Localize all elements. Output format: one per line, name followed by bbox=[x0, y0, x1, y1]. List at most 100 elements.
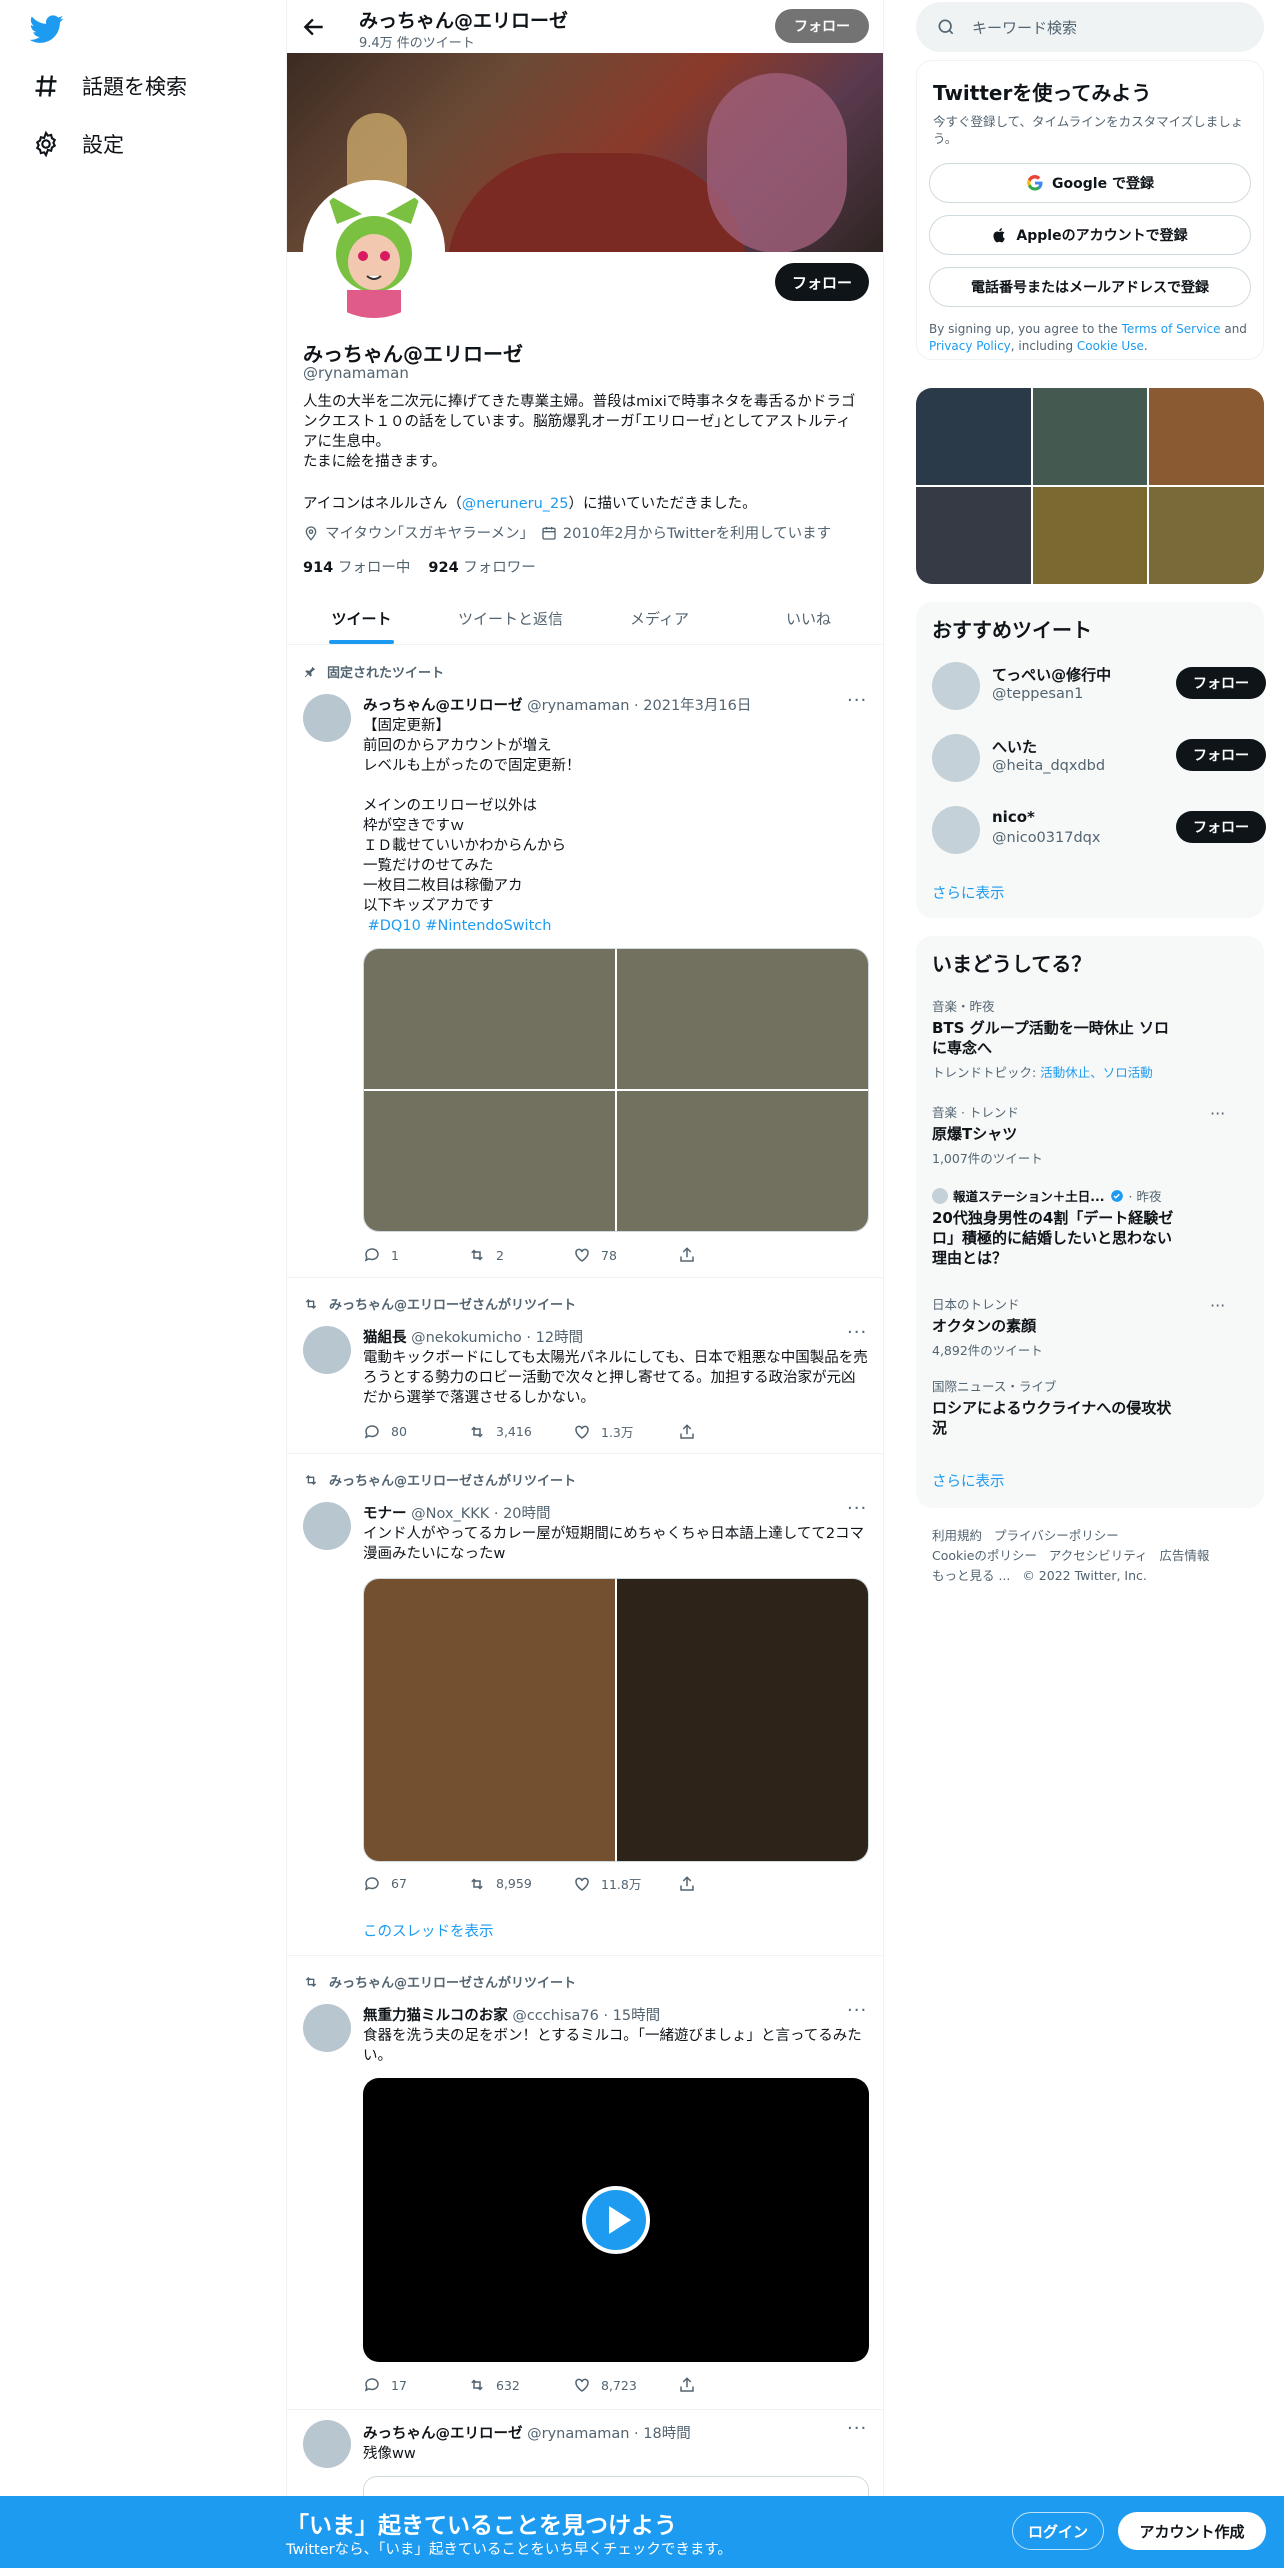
media-image[interactable] bbox=[617, 1579, 868, 1861]
media-image[interactable] bbox=[364, 949, 615, 1089]
retweet-button[interactable]: 8,959 bbox=[468, 1874, 573, 1893]
media-image[interactable] bbox=[617, 949, 868, 1089]
trend-item[interactable]: 国際ニュース・ライブ ロシアによるウクライナへの侵攻状況 bbox=[932, 1376, 1182, 1438]
tweet-pinned[interactable]: 固定されたツイート みっちゃん@エリローゼ @rynamaman · 2021年… bbox=[287, 646, 883, 1278]
tab-tweets-replies[interactable]: ツイートと返信 bbox=[436, 592, 585, 644]
login-button[interactable]: ログイン bbox=[1012, 2512, 1104, 2550]
share-button[interactable] bbox=[678, 1246, 783, 1264]
share-button[interactable] bbox=[678, 1874, 783, 1893]
share-button[interactable] bbox=[678, 1422, 783, 1441]
reply-button[interactable]: 80 bbox=[363, 1422, 468, 1441]
trend-item[interactable]: 音楽 · トレンド 原爆Tシャツ 1,007件のツイート bbox=[932, 1102, 1252, 1167]
more-icon[interactable]: ··· bbox=[847, 1498, 867, 1519]
footer-more-link[interactable]: もっと見る ... bbox=[932, 1568, 1010, 1583]
tweet-avatar[interactable] bbox=[303, 1502, 351, 1550]
tweet-retweet[interactable]: みっちゃん@エリローゼさんがリツイート 無重力猫ミルコのお家 @ccchisa7… bbox=[287, 1956, 883, 2410]
recommend-user[interactable]: へいた @heita_dqxdbd フォロー bbox=[932, 730, 1266, 786]
profile-avatar[interactable] bbox=[303, 180, 445, 322]
bio-mention-link[interactable]: @neruneru_25 bbox=[462, 496, 569, 512]
cookie-link[interactable]: Cookie Use bbox=[1077, 339, 1144, 353]
twitter-logo-icon[interactable] bbox=[30, 12, 64, 46]
tweet-author: 無重力猫ミルコのお家 bbox=[363, 2008, 508, 2024]
retweet-button[interactable]: 632 bbox=[468, 2376, 573, 2394]
tweet-avatar[interactable] bbox=[303, 1326, 351, 1374]
footer-cookie-link[interactable]: Cookieのポリシー bbox=[932, 1548, 1037, 1563]
more-icon[interactable]: ··· bbox=[847, 690, 867, 711]
like-button[interactable]: 1.3万 bbox=[573, 1422, 678, 1441]
privacy-link[interactable]: Privacy Policy bbox=[929, 339, 1011, 353]
profile-follow-button[interactable]: フォロー bbox=[775, 263, 869, 301]
media-thumbnail[interactable] bbox=[1149, 487, 1264, 584]
tweet-avatar[interactable] bbox=[303, 2004, 351, 2052]
footer-terms-link[interactable]: 利用規約 bbox=[932, 1528, 982, 1543]
profile-meta: マイタウン｢スガキヤラーメン｣ 2010年2月からTwitterを利用しています bbox=[303, 522, 831, 543]
tweet-media-grid[interactable] bbox=[363, 948, 869, 1232]
media-thumbnail[interactable] bbox=[1032, 388, 1148, 485]
avatar[interactable] bbox=[932, 734, 980, 782]
like-button[interactable]: 8,723 bbox=[573, 2376, 678, 2394]
recommend-follow-button[interactable]: フォロー bbox=[1176, 667, 1266, 699]
tweet-context: みっちゃん@エリローゼさんがリツイート bbox=[303, 1470, 576, 1489]
following-link[interactable]: 914 フォロー中 bbox=[303, 556, 410, 577]
recommend-show-more-link[interactable]: さらに表示 bbox=[932, 882, 1005, 903]
apple-signup-button[interactable]: Appleのアカウントで登録 bbox=[929, 215, 1251, 255]
header-follow-button[interactable]: フォロー bbox=[775, 9, 869, 43]
tweet-retweet[interactable]: みっちゃん@エリローゼさんがリツイート モナー @Nox_KKK · 20時間 … bbox=[287, 1454, 883, 1956]
trends-show-more-link[interactable]: さらに表示 bbox=[932, 1470, 1005, 1491]
like-button[interactable]: 11.8万 bbox=[573, 1874, 678, 1893]
media-image[interactable] bbox=[364, 1579, 615, 1861]
media-image[interactable] bbox=[617, 1091, 868, 1231]
create-account-button[interactable]: アカウント作成 bbox=[1118, 2512, 1266, 2550]
nav-explore[interactable]: 話題を検索 bbox=[32, 66, 187, 106]
more-icon[interactable]: ··· bbox=[847, 1322, 867, 1343]
footer-privacy-link[interactable]: プライバシーポリシー bbox=[994, 1528, 1119, 1543]
reply-button[interactable]: 67 bbox=[363, 1874, 468, 1893]
more-icon[interactable]: ··· bbox=[847, 2418, 867, 2439]
footer-ads-link[interactable]: 広告情報 bbox=[1159, 1548, 1209, 1563]
recommend-follow-button[interactable]: フォロー bbox=[1176, 739, 1266, 771]
tab-tweets[interactable]: ツイート bbox=[287, 592, 436, 644]
tab-media[interactable]: メディア bbox=[585, 592, 734, 644]
tweet-media-grid[interactable] bbox=[363, 1578, 869, 1862]
phone-email-signup-button[interactable]: 電話番号またはメールアドレスで登録 bbox=[929, 267, 1251, 307]
terms-link[interactable]: Terms of Service bbox=[1122, 322, 1221, 336]
trend-item[interactable]: 日本のトレンド オクタンの素顔 4,892件のツイート bbox=[932, 1294, 1252, 1359]
back-arrow-icon[interactable] bbox=[301, 14, 327, 40]
followers-link[interactable]: 924 フォロワー bbox=[428, 556, 535, 577]
share-button[interactable] bbox=[678, 2376, 783, 2394]
trend-item[interactable]: 音楽・昨夜 BTS グループ活動を一時休止 ソロに専念へ トレンドトピック: 活… bbox=[932, 996, 1182, 1081]
media-image[interactable] bbox=[364, 1091, 615, 1231]
header-name: みっちゃん@エリローゼ bbox=[359, 10, 569, 32]
tweet-video[interactable] bbox=[363, 2078, 869, 2362]
recommend-user[interactable]: てっぺい@修行中 @teppesan1 フォロー bbox=[932, 658, 1266, 714]
play-icon[interactable] bbox=[582, 2186, 650, 2254]
google-signup-button[interactable]: Google で登録 bbox=[929, 163, 1251, 203]
tweet-hashtags[interactable]: #DQ10 #NintendoSwitch bbox=[363, 918, 552, 934]
reply-button[interactable]: 1 bbox=[363, 1246, 468, 1264]
trend-news-item[interactable]: 報道ステーション＋土日... · 昨夜 20代独身男性の4割「デート経験ゼロ」積極… bbox=[932, 1186, 1182, 1268]
tweet-retweet[interactable]: みっちゃん@エリローゼさんがリツイート 猫組長 @nekokumicho · 1… bbox=[287, 1278, 883, 1454]
like-button[interactable]: 78 bbox=[573, 1246, 678, 1264]
recommend-user[interactable]: nico* @nico0317dqx フォロー bbox=[932, 802, 1266, 858]
footer-accessibility-link[interactable]: アクセシビリティ bbox=[1049, 1548, 1148, 1563]
avatar[interactable] bbox=[932, 662, 980, 710]
recommend-follow-button[interactable]: フォロー bbox=[1176, 811, 1266, 843]
media-thumbnail[interactable] bbox=[916, 388, 1031, 485]
tweet-avatar[interactable] bbox=[303, 2420, 351, 2468]
media-thumbnail[interactable] bbox=[1032, 487, 1148, 584]
retweet-button[interactable]: 3,416 bbox=[468, 1422, 573, 1441]
trend-more-icon[interactable]: ··· bbox=[1210, 1104, 1225, 1123]
nav-settings[interactable]: 設定 bbox=[32, 124, 124, 164]
search-box[interactable]: キーワード検索 bbox=[916, 2, 1264, 52]
heart-icon bbox=[575, 2378, 589, 2392]
reply-button[interactable]: 17 bbox=[363, 2376, 468, 2394]
tweet-avatar[interactable] bbox=[303, 694, 351, 742]
more-icon[interactable]: ··· bbox=[847, 2000, 867, 2021]
tab-likes[interactable]: いいね bbox=[734, 592, 883, 644]
trend-more-icon[interactable]: ··· bbox=[1210, 1296, 1225, 1315]
media-thumbnail[interactable] bbox=[1149, 388, 1264, 485]
avatar[interactable] bbox=[932, 806, 980, 854]
media-thumbnail[interactable] bbox=[916, 487, 1031, 584]
retweet-button[interactable]: 2 bbox=[468, 1246, 573, 1264]
show-thread-link[interactable]: このスレッドを表示 bbox=[363, 1920, 494, 1941]
